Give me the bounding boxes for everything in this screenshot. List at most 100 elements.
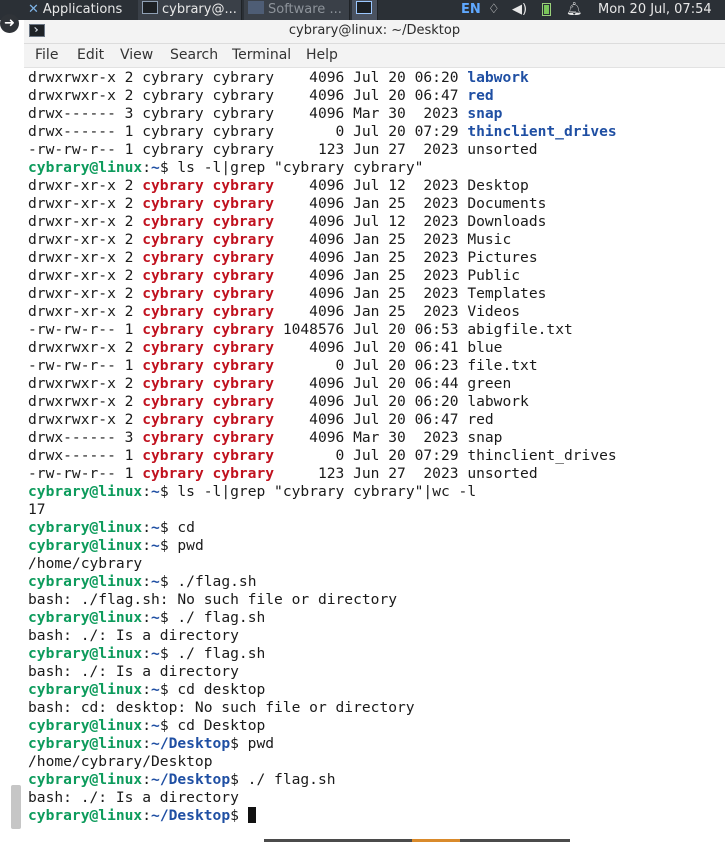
terminal-text: $ pwd [230,735,275,752]
taskbar-terminal-button[interactable]: cybrary@... [138,0,242,20]
terminal-text: $ cd desktop [159,681,266,698]
terminal-text: 0 Jul 20 07:29 thinclient_drives [274,447,617,464]
terminal-line: drwxrwxr-x 2 cybrary cybrary 4096 Jul 20… [28,87,617,105]
terminal-text: : [142,807,152,824]
terminal-text: drwxrwxr-x 2 [28,411,143,428]
terminal-text: -rw-rw-r-- 1 cybrary cybrary 123 Jun 27 … [28,141,538,158]
clock[interactable]: Mon 20 Jul, 07:54 [598,0,712,20]
terminal-text: drwxr-xr-x 2 [28,303,143,320]
terminal-line: cybrary@linux:~$ cd desktop [28,681,617,699]
terminal-text: 123 Jun 27 2023 unsorted [274,465,538,482]
directory-name: thinclient_drives [467,123,617,140]
terminal-line: drwxrwxr-x 2 cybrary cybrary 4096 Jul 20… [28,69,617,87]
menu-file[interactable]: File [35,44,58,67]
terminal-line: bash: ./: Is a directory [28,789,617,807]
menu-bar: File Edit View Search Terminal Help [24,44,725,68]
terminal-lines: drwxrwxr-x 2 cybrary cybrary 4096 Jul 20… [28,69,617,825]
horizontal-scroll-marker [412,839,460,842]
terminal-text: bash: ./: Is a directory [28,663,239,680]
terminal-line: -rw-rw-r-- 1 cybrary cybrary 123 Jun 27 … [28,141,617,159]
prompt-user: cybrary@linux [28,159,143,176]
menu-edit[interactable]: Edit [77,44,104,67]
grep-match: cybrary cybrary [142,267,275,284]
terminal-line: 17 [28,501,617,519]
terminal-text: : [142,483,152,500]
terminal-icon [356,1,372,14]
directory-name: red [467,87,494,104]
terminal-text: 4096 Jul 20 06:44 green [274,375,512,392]
terminal-line: cybrary@linux:~/Desktop$ pwd [28,735,617,753]
terminal-text: : [142,735,152,752]
taskbar-software-button[interactable]: Software ... [244,0,350,20]
terminal-window: cybrary@linux: ~/Desktop File Edit View … [24,20,725,863]
terminal-text: 4096 Jul 12 2023 Downloads [274,213,547,230]
terminal-line: drwxrwxr-x 2 cybrary cybrary 4096 Jul 20… [28,375,617,393]
prompt-user: cybrary@linux [28,717,143,734]
terminal-output[interactable]: drwxrwxr-x 2 cybrary cybrary 4096 Jul 20… [24,68,725,863]
terminal-text: drwxrwxr-x 2 cybrary cybrary 4096 Jul 20… [28,87,468,104]
terminal-line: -rw-rw-r-- 1 cybrary cybrary 0 Jul 20 06… [28,357,617,375]
grep-match: cybrary cybrary [142,411,275,428]
terminal-line: drwx------ 1 cybrary cybrary 0 Jul 20 07… [28,123,617,141]
terminal-text: $ [230,807,248,824]
arrow-right-icon[interactable]: ➜ [0,14,19,33]
notification-bell-icon[interactable]: 🔔︎ [566,0,583,20]
terminal-text: $ ./ flag.sh [159,645,266,662]
taskbar-terminal-label: cybrary@... [162,2,237,17]
applications-menu-button[interactable]: ✕ Applications [28,0,136,20]
terminal-line: cybrary@linux:~$ ls -l|grep "cybrary cyb… [28,159,617,177]
grep-match: cybrary cybrary [142,357,275,374]
terminal-line: drwxr-xr-x 2 cybrary cybrary 4096 Jan 25… [28,285,617,303]
terminal-line: /home/cybrary/Desktop [28,753,617,771]
prompt-path: ~ [151,609,160,626]
prompt-user: cybrary@linux [28,483,143,500]
menu-help[interactable]: Help [306,44,338,67]
battery-icon[interactable] [542,3,551,16]
taskbar-software-label: Software ... [268,2,342,17]
terminal-line: drwxr-xr-x 2 cybrary cybrary 4096 Jan 25… [28,195,617,213]
terminal-text: drwxrwxr-x 2 [28,393,143,410]
grep-match: cybrary cybrary [142,177,275,194]
menu-view[interactable]: View [120,44,153,67]
terminal-text: $ ./ flag.sh [230,771,336,788]
terminal-text: drwxr-xr-x 2 [28,195,143,212]
terminal-line: drwxr-xr-x 2 cybrary cybrary 4096 Jan 25… [28,231,617,249]
network-icon[interactable]: ♢ [488,0,500,20]
terminal-text: /home/cybrary [28,555,143,572]
terminal-line: bash: ./flag.sh: No such file or directo… [28,591,617,609]
prompt-user: cybrary@linux [28,609,143,626]
terminal-text: -rw-rw-r-- 1 [28,321,143,338]
terminal-text: drwxrwxr-x 2 [28,375,143,392]
terminal-text: 4096 Jan 25 2023 Documents [274,195,547,212]
terminal-text: 4096 Jan 25 2023 Videos [274,303,521,320]
vertical-scrollbar[interactable] [11,70,21,843]
terminal-text: : [142,717,152,734]
window-titlebar[interactable]: cybrary@linux: ~/Desktop [24,20,725,44]
terminal-text: 0 Jul 20 06:23 file.txt [274,357,538,374]
terminal-line: cybrary@linux:~/Desktop$ ./ flag.sh [28,771,617,789]
terminal-text: -rw-rw-r-- 1 [28,357,143,374]
prompt-path: ~/Desktop [151,771,231,788]
grep-match: cybrary cybrary [142,393,275,410]
volume-icon[interactable]: ◀) [512,0,527,20]
menu-terminal[interactable]: Terminal [232,44,291,67]
terminal-line: cybrary@linux:~$ cd Desktop [28,717,617,735]
taskbar-window-button[interactable] [352,0,378,20]
terminal-line: cybrary@linux:~$ ls -l|grep "cybrary cyb… [28,483,617,501]
software-icon [248,1,264,14]
prompt-path: ~ [151,681,160,698]
terminal-line: cybrary@linux:~$ ./flag.sh [28,573,617,591]
grep-match: cybrary cybrary [142,339,275,356]
terminal-text: /home/cybrary/Desktop [28,753,213,770]
terminal-text: drwxr-xr-x 2 [28,231,143,248]
terminal-line: drwxr-xr-x 2 cybrary cybrary 4096 Jul 12… [28,213,617,231]
terminal-text: 4096 Jan 25 2023 Music [274,231,512,248]
terminal-line: cybrary@linux:~$ pwd [28,537,617,555]
terminal-text: : [142,537,152,554]
keyboard-layout-indicator[interactable]: EN [461,0,481,20]
menu-search[interactable]: Search [170,44,218,67]
scrollbar-thumb[interactable] [11,785,21,829]
terminal-text: bash: ./: Is a directory [28,627,239,644]
terminal-text: -rw-rw-r-- 1 [28,465,143,482]
terminal-line: drwxr-xr-x 2 cybrary cybrary 4096 Jan 25… [28,267,617,285]
